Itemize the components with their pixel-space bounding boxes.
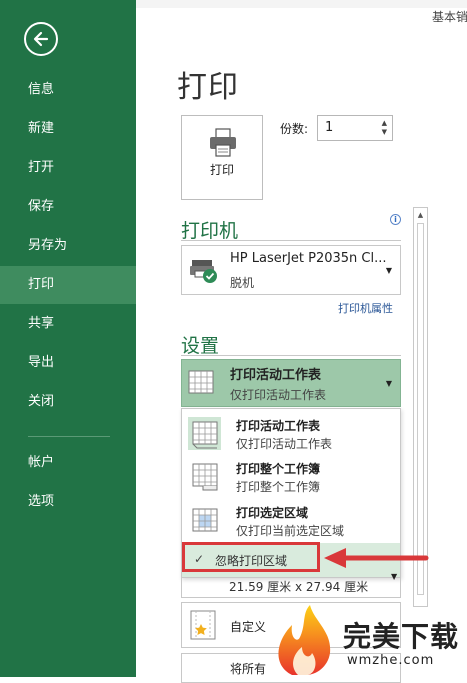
print-scope-title: 打印活动工作表 [230, 368, 322, 383]
chevron-down-icon: ▼ [385, 379, 392, 388]
printer-heading: 打印机 [181, 220, 239, 242]
sidebar-item-save[interactable]: 保存 [0, 188, 136, 226]
printer-properties-link[interactable]: 打印机属性 [338, 300, 393, 316]
option-title: 打印整个工作簿 [236, 462, 321, 476]
chevron-down-icon: ▼ [385, 266, 392, 275]
paper-box-left-edge [181, 569, 182, 597]
sidebar-item-new[interactable]: 新建 [0, 110, 136, 148]
paper-box-bottom-edge [181, 597, 401, 598]
printer-status: 脱机 [230, 276, 255, 290]
option-title: 打印选定区域 [236, 506, 309, 520]
worksheet-icon [188, 370, 214, 394]
selection-icon [188, 504, 221, 537]
scaling-label: 将所有 [230, 662, 267, 676]
copies-value[interactable]: 1 [325, 120, 333, 135]
print-button-label: 打印 [209, 163, 234, 177]
sidebar-item-export[interactable]: 导出 [0, 344, 136, 382]
page-title: 打印 [177, 70, 239, 105]
sidebar-item-share[interactable]: 共享 [0, 305, 136, 343]
option-desc: 仅打印当前选定区域 [236, 524, 345, 538]
spin-arrows-icon[interactable]: ▲ ▼ [382, 119, 387, 137]
sidebar-item-info[interactable]: 信息 [0, 71, 136, 109]
sidebar-item-print[interactable]: 打印 [0, 266, 136, 304]
printer-select[interactable]: HP LaserJet P2035n Cl... 脱机 ▼ [181, 245, 401, 295]
option-active-sheet[interactable]: 打印活动工作表 仅打印活动工作表 [182, 411, 400, 455]
window-title-fragment: 基本销 [432, 10, 467, 24]
watermark-title: 完美下载 [343, 620, 460, 653]
option-desc: 仅打印活动工作表 [236, 437, 333, 451]
printer-name: HP LaserJet P2035n Cl... [230, 251, 387, 266]
paper-size-text[interactable]: 21.59 厘米 x 27.94 厘米 [229, 578, 368, 595]
custom-margins-label: 自定义 [230, 620, 267, 634]
workbook-icon [188, 460, 221, 493]
settings-heading: 设置 [181, 335, 220, 357]
custom-margins-icon [190, 610, 216, 640]
sidebar-item-options[interactable]: 选项 [0, 483, 136, 521]
scroll-up-icon[interactable]: ▲ [414, 211, 427, 219]
option-title: 打印活动工作表 [236, 419, 321, 433]
sidebar-item-account[interactable]: 帐户 [0, 444, 136, 482]
annotation-arrow-icon [324, 548, 429, 568]
sidebar-divider [28, 436, 110, 437]
sidebar-item-save-as[interactable]: 另存为 [0, 227, 136, 265]
option-desc: 打印整个工作簿 [236, 480, 321, 494]
sidebar-item-open[interactable]: 打开 [0, 149, 136, 187]
option-entire-workbook[interactable]: 打印整个工作簿 打印整个工作簿 [182, 454, 400, 498]
copies-label: 份数: [280, 122, 309, 136]
print-scope-desc: 仅打印活动工作表 [230, 388, 327, 402]
sidebar-item-close[interactable]: 关闭 [0, 383, 136, 421]
annotation-highlight-box [182, 542, 320, 572]
printer-offline-icon [190, 260, 217, 283]
print-scope-select[interactable]: 打印活动工作表 仅打印活动工作表 ▼ [181, 359, 401, 407]
backstage-sidebar: 信息 新建 打开 保存 另存为 打印 共享 导出 关闭 帐户 选项 [0, 0, 136, 677]
back-arrow-icon[interactable] [24, 22, 58, 56]
print-button[interactable]: 打印 [181, 115, 263, 200]
settings-heading-divider [181, 355, 401, 356]
copies-stepper[interactable]: 1 ▲ ▼ [317, 115, 393, 141]
scrollbar-thumb[interactable] [417, 223, 424, 595]
title-strip [136, 0, 467, 8]
chevron-down-icon: ▼ [391, 572, 398, 581]
info-icon[interactable]: i [390, 214, 401, 225]
option-selection[interactable]: 打印选定区域 仅打印当前选定区域 [182, 498, 400, 542]
paper-box-right-edge [400, 569, 401, 597]
printer-heading-divider [181, 240, 401, 241]
worksheet-icon [188, 417, 221, 450]
printer-icon [210, 128, 236, 157]
watermark-url: wmzhe.com [347, 653, 435, 668]
